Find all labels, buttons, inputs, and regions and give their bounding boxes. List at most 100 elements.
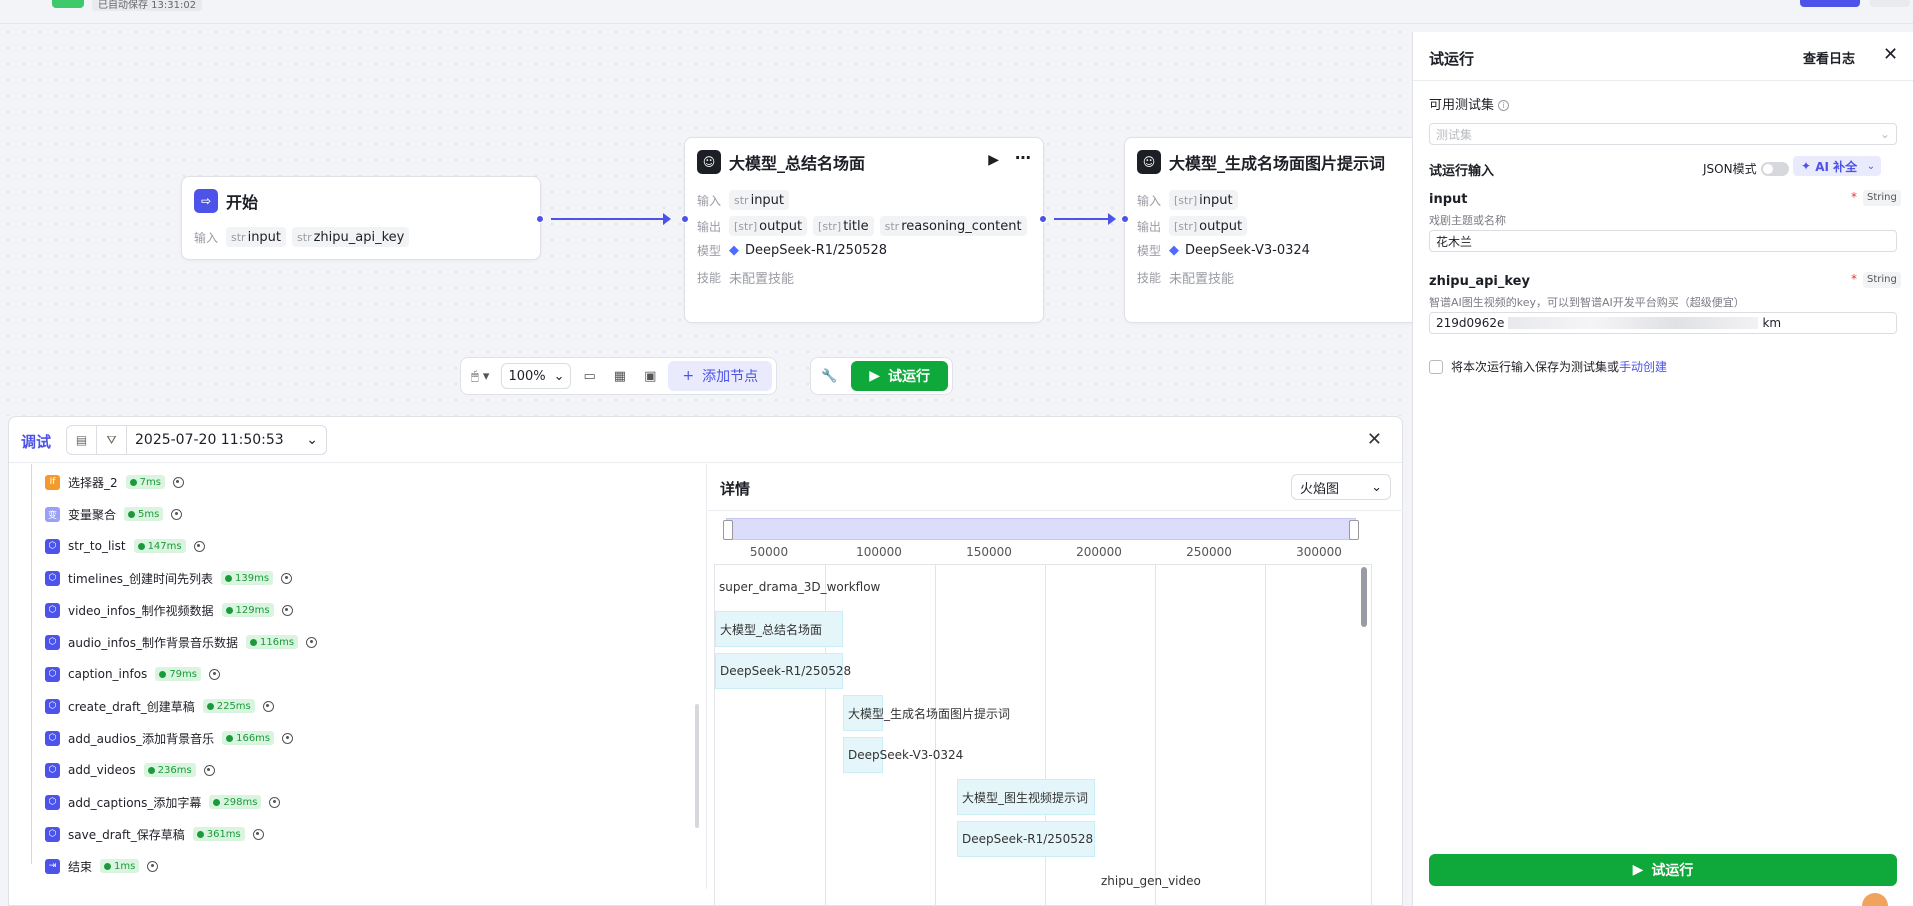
locate-icon[interactable] [306, 636, 318, 648]
tree-item[interactable]: 变变量聚合 5ms [45, 504, 183, 524]
publish-button[interactable] [1800, 0, 1860, 7]
redacted-text [1508, 317, 1759, 329]
deepseek-icon: ◆ [729, 243, 739, 258]
duration-badge: 166ms [222, 731, 275, 745]
view-log-link[interactable]: 查看日志 [1803, 48, 1855, 67]
axis-tick-label: 50000 [749, 545, 789, 559]
save-testset-row: 将本次运行输入保存为测试集或 手动创建 [1429, 358, 1667, 375]
flame-bar[interactable]: DeepSeek-R1/250528 [715, 653, 851, 689]
row-label: 模型 [697, 244, 722, 258]
deepseek-icon: ◆ [1169, 243, 1179, 258]
more-icon[interactable]: ⋯ [1015, 148, 1031, 167]
node-start[interactable]: ⇨ 开始 输入 str input str zhipu_api_key [181, 176, 544, 260]
detail-panel: 详情 火焰图 ⌄ 50000 100000 150000 200000 250000 300… [708, 464, 1403, 906]
tree-item[interactable]: ⇥ 结束 1ms [45, 856, 159, 876]
node-llm-summary[interactable]: ☺ 大模型_总结名场面 ▶ ⋯ 输入 str input 输出 [str] outp… [681, 137, 1047, 323]
add-node-button[interactable]: + 添加节点 [668, 361, 773, 391]
comment-icon[interactable]: ▭ [577, 362, 601, 390]
manual-create-link[interactable]: 手动创建 [1619, 358, 1667, 375]
locate-icon[interactable] [193, 540, 205, 552]
tree-item[interactable]: ⬡ timelines_创建时间先列表 139ms [45, 568, 293, 588]
play-icon[interactable]: ▶ [988, 152, 999, 168]
locate-icon[interactable] [172, 476, 184, 488]
pointer-mode-icon[interactable]: 🖱 ▾ [465, 362, 495, 390]
minimap-icon[interactable]: ▣ [638, 362, 662, 390]
tree-item[interactable]: ⬡ audio_infos_制作背景音乐数据 116ms [45, 632, 318, 652]
test-run-button[interactable]: ▶ 试运行 [851, 361, 948, 391]
model-name: DeepSeek-V3-0324 [1185, 243, 1310, 258]
filter-icon[interactable]: ⛛ [97, 426, 127, 454]
flame-bar[interactable]: DeepSeek-R1/250528 [957, 821, 1095, 857]
tree-item[interactable]: If 选择器_2 7ms [45, 472, 184, 492]
close-icon[interactable]: ✕ [1883, 44, 1898, 65]
flame-graph[interactable]: super_drama_3D_workflow 大模型_总结名场面 DeepSeek… [714, 564, 1372, 906]
output-port[interactable] [536, 215, 544, 223]
tree-item-label: video_infos_制作视频数据 [68, 603, 214, 618]
required-mark: * [1851, 190, 1857, 204]
locate-icon[interactable] [147, 860, 159, 872]
layout-icon[interactable]: ▦ [608, 362, 632, 390]
node-llm-image-prompt[interactable]: ☺ 大模型_生成名场面图片提示词 输入 [str] input 输出 [str] o… [1121, 137, 1424, 323]
locate-icon[interactable] [282, 732, 294, 744]
flame-bar[interactable]: DeepSeek-V3-0324 [843, 737, 963, 773]
workflow-canvas[interactable]: ⇨ 开始 输入 str input str zhipu_api_key ☺ 大模型_… [0, 24, 1424, 416]
tree-item[interactable]: ⬡ caption_infos 79ms [45, 664, 220, 684]
input-field[interactable]: 花木兰 [1429, 230, 1897, 252]
more-button[interactable] [1870, 0, 1910, 7]
locate-icon[interactable] [281, 604, 293, 616]
debug-panel: 调试 ▤ ⛛ 2025-07-20 11:50:53 ⌄ ✕ If 选择器_2 7ms… [8, 416, 1403, 906]
locate-icon[interactable] [269, 796, 281, 808]
tree-item[interactable]: ⬡ create_draft_创建草稿 225ms [45, 696, 274, 716]
ai-fill-button[interactable]: ✦ AI 补全 [1793, 156, 1866, 176]
tree-item[interactable]: ⬡ add_captions_添加字幕 298ms [45, 792, 281, 812]
tree-item-label: 结束 [68, 859, 93, 874]
duration-badge: 79ms [155, 667, 201, 681]
api-key-field[interactable]: 219d0962e km [1429, 312, 1897, 334]
json-mode-toggle[interactable] [1760, 161, 1789, 176]
flame-bar[interactable]: 大模型_总结名场面 [715, 611, 843, 647]
zoom-select[interactable]: 100% ⌄ [501, 363, 572, 389]
output-port[interactable] [1039, 215, 1047, 223]
list-view-icon[interactable]: ▤ [67, 426, 97, 454]
info-icon[interactable]: i [1498, 100, 1510, 111]
input-port[interactable] [1121, 215, 1129, 223]
flame-bar[interactable]: 大模型_生成名场面图片提示词 [843, 695, 1010, 731]
play-icon: ▶ [1632, 862, 1644, 878]
wrench-icon[interactable]: 🔧 [815, 362, 843, 390]
run-datetime-select[interactable]: 2025-07-20 11:50:53 ⌄ [127, 432, 326, 448]
locate-icon[interactable] [252, 828, 264, 840]
input-port[interactable] [681, 215, 689, 223]
flame-bar[interactable]: zhipu_gen_video [1097, 863, 1217, 899]
duration-badge: 298ms [209, 795, 262, 809]
field-name: zhipu_api_key [1429, 274, 1530, 289]
time-range-slider[interactable] [723, 518, 1359, 540]
detail-title: 详情 [720, 480, 751, 498]
chevron-down-icon[interactable]: ⌄ [1861, 156, 1881, 176]
chevron-down-icon: ⌄ [1371, 479, 1382, 495]
scrollbar[interactable] [695, 704, 699, 828]
flame-bar[interactable]: 大模型_图生视频提示词 [957, 779, 1095, 815]
node-type-icon: 变 [45, 506, 60, 522]
locate-icon[interactable] [203, 764, 215, 776]
testset-select[interactable]: 测试集 ⌄ [1429, 123, 1897, 145]
save-testset-checkbox[interactable] [1429, 359, 1443, 374]
locate-icon[interactable] [281, 572, 293, 584]
grid-line [935, 565, 936, 906]
side-test-run-button[interactable]: ▶ 试运行 [1429, 854, 1897, 886]
tree-item[interactable]: ⬡ video_infos_制作视频数据 129ms [45, 600, 293, 620]
locate-icon[interactable] [262, 700, 274, 712]
flame-bar[interactable]: super_drama_3D_workflow [715, 569, 895, 605]
locate-icon[interactable] [209, 668, 220, 680]
locate-icon[interactable] [171, 508, 183, 520]
view-mode-select[interactable]: 火焰图 ⌄ [1291, 474, 1391, 500]
debug-title: 调试 [21, 433, 52, 451]
tree-item[interactable]: ⬡ str_to_list 147ms [45, 536, 205, 556]
tree-item[interactable]: ⬡ add_videos 236ms [45, 760, 215, 780]
tree-item[interactable]: ⬡ add_audios_添加背景音乐 166ms [45, 728, 294, 748]
type-pill: String [1863, 190, 1901, 206]
close-icon[interactable]: ✕ [1367, 429, 1382, 450]
tree-item[interactable]: ⬡ save_draft_保存草稿 361ms [45, 824, 264, 844]
field-desc: 智谱AI图生视频的key，可以到智谱AI开发平台购买（超级便宜） [1429, 296, 1745, 309]
scrollbar[interactable] [1361, 567, 1367, 627]
tree-item-label: caption_infos [68, 667, 148, 681]
